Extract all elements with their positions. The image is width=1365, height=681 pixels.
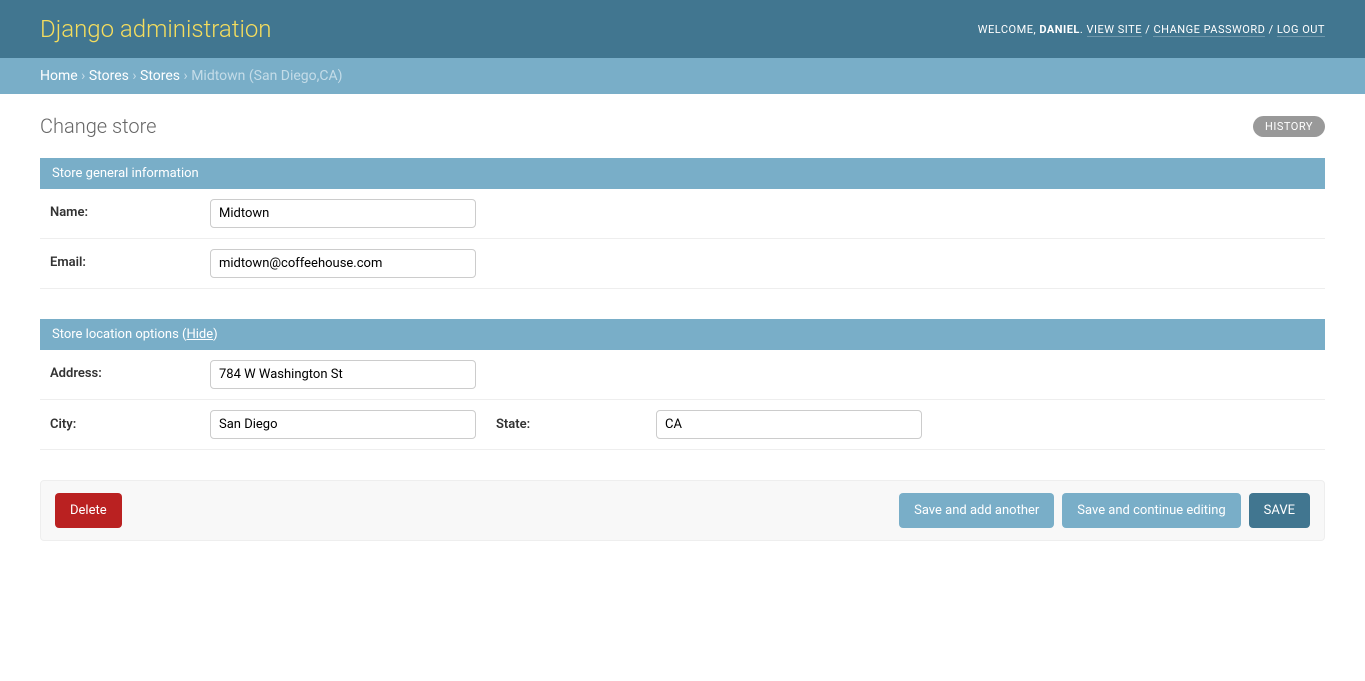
- fieldset-location-title: Store location options (Hide): [40, 319, 1325, 350]
- site-title-link[interactable]: Django administration: [40, 15, 272, 43]
- row-city-state: City: State:: [40, 400, 1325, 450]
- header: Django administration WELCOME, DANIEL. V…: [0, 0, 1365, 58]
- save-continue-button[interactable]: [1062, 493, 1240, 528]
- page-title: Change store: [40, 114, 157, 138]
- submit-row: Delete: [40, 480, 1325, 541]
- breadcrumb-app[interactable]: Stores: [89, 68, 129, 84]
- delete-button[interactable]: Delete: [55, 493, 122, 528]
- welcome-text: WELCOME,: [978, 23, 1040, 36]
- fieldset-location: Store location options (Hide) Address: C…: [40, 319, 1325, 450]
- save-add-another-button[interactable]: [899, 493, 1054, 528]
- view-site-link[interactable]: VIEW SITE: [1087, 23, 1142, 37]
- change-form: Store general information Name: Email: S…: [40, 158, 1325, 541]
- breadcrumb-model[interactable]: Stores: [140, 68, 180, 84]
- fieldset-general: Store general information Name: Email:: [40, 158, 1325, 289]
- fieldset-general-title: Store general information: [40, 158, 1325, 189]
- email-field[interactable]: [210, 249, 476, 278]
- hide-toggle[interactable]: Hide: [186, 327, 213, 342]
- username: DANIEL: [1039, 23, 1080, 36]
- breadcrumb-home[interactable]: Home: [40, 68, 78, 84]
- user-tools: WELCOME, DANIEL. VIEW SITE / CHANGE PASS…: [978, 23, 1325, 36]
- save-button[interactable]: [1249, 493, 1310, 528]
- address-label: Address:: [50, 360, 210, 381]
- breadcrumb: Home › Stores › Stores › Midtown (San Di…: [0, 58, 1365, 94]
- row-address: Address:: [40, 350, 1325, 400]
- breadcrumb-current: Midtown (San Diego,CA): [191, 68, 342, 84]
- row-email: Email:: [40, 239, 1325, 289]
- address-field[interactable]: [210, 360, 476, 389]
- name-field[interactable]: [210, 199, 476, 228]
- log-out-link[interactable]: LOG OUT: [1277, 23, 1325, 37]
- city-field[interactable]: [210, 410, 476, 439]
- state-field[interactable]: [656, 410, 922, 439]
- name-label: Name:: [50, 199, 210, 220]
- branding: Django administration: [40, 15, 272, 43]
- email-label: Email:: [50, 249, 210, 270]
- content: Change store HISTORY Store general infor…: [0, 94, 1365, 581]
- change-password-link[interactable]: CHANGE PASSWORD: [1153, 23, 1265, 37]
- row-name: Name:: [40, 189, 1325, 239]
- city-label: City:: [50, 417, 210, 432]
- state-label: State:: [496, 417, 656, 432]
- history-button[interactable]: HISTORY: [1253, 116, 1325, 137]
